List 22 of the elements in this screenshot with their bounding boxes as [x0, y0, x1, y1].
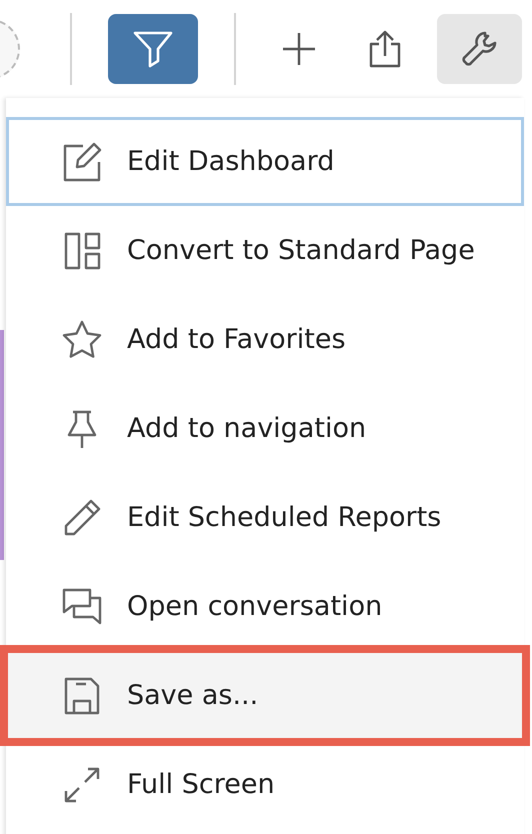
menu-item[interactable]: Edit Scheduled Reports	[6, 473, 524, 562]
menu-item-label: Convert to Standard Page	[127, 235, 475, 266]
menu-item[interactable]: Convert to Standard Page	[6, 206, 524, 295]
menu-item-label: Full Screen	[127, 769, 275, 800]
menu-item-label: Save as...	[127, 680, 258, 711]
menu-item[interactable]: Open conversation	[6, 562, 524, 651]
menu-item[interactable]: Edit Dashboard	[6, 117, 524, 206]
plus-icon	[281, 31, 317, 67]
menu-item-label: Add to Favorites	[127, 324, 346, 355]
menu-item[interactable]: Add to Favorites	[6, 295, 524, 384]
settings-button[interactable]	[437, 14, 522, 84]
menu-item-label: Edit Dashboard	[127, 146, 334, 177]
menu-item[interactable]: Add to navigation	[6, 384, 524, 473]
filter-button[interactable]	[108, 14, 198, 84]
edit-icon	[61, 140, 103, 182]
menu-item-label: Edit Scheduled Reports	[127, 502, 442, 533]
share-icon	[369, 30, 401, 68]
menu-item-label: Open conversation	[127, 591, 382, 622]
menu-item[interactable]: Save as...	[6, 651, 524, 740]
star-icon	[61, 318, 103, 360]
menu-item[interactable]: Full Screen	[6, 740, 524, 829]
menu-item-label: Add to navigation	[127, 413, 366, 444]
